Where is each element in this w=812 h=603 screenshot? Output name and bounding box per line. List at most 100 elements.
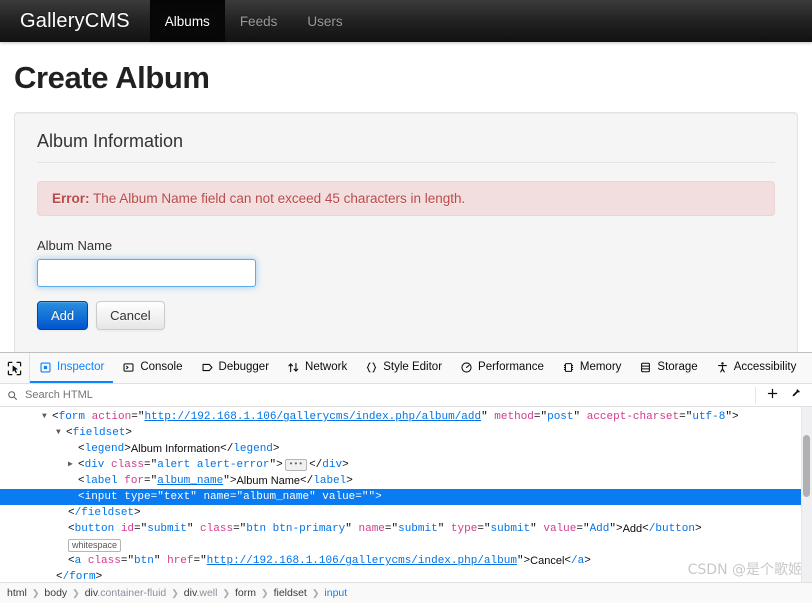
dom-attr-for: for	[124, 475, 145, 487]
dom-line-whitespace[interactable]: whitespace	[0, 537, 812, 553]
dom-tag-div: div	[84, 459, 105, 471]
tab-memory-label: Memory	[579, 361, 622, 373]
dom-line-fieldset-close[interactable]: </fieldset >	[0, 505, 812, 521]
tab-performance-label: Performance	[478, 361, 544, 373]
style-editor-icon	[365, 361, 378, 374]
dom-tag-label: label	[84, 475, 118, 487]
dom-line-anchor[interactable]: < a class =" btn " href =" http://192.168.1.10…	[0, 553, 812, 569]
dom-value-method: post	[547, 411, 574, 423]
breadcrumb-separator-icon: ❯	[261, 587, 269, 598]
dom-line-alert-div[interactable]: ▶ < div class =" alert alert-error "> ••• </div…	[0, 457, 812, 473]
twisty-icon[interactable]: ▼	[56, 425, 66, 441]
nav-item-albums[interactable]: Albums	[149, 0, 225, 42]
tab-accessibility[interactable]: Accessibility	[707, 353, 806, 383]
dom-attr-method: method	[494, 411, 534, 423]
dom-value-for[interactable]: album_name	[157, 473, 223, 489]
dom-line-input-selected[interactable]: < input type =" text " name =" album_name " val…	[0, 489, 812, 505]
dom-value-value-btn: Add	[589, 523, 610, 535]
whitespace-badge: whitespace	[68, 538, 122, 552]
dom-attr-value-btn: value	[543, 523, 577, 535]
breadcrumb: html ❯ body ❯ div.container-fluid ❯ div.…	[0, 582, 812, 603]
dom-line-label[interactable]: < label for =" album_name "> Album Name </labe…	[0, 473, 812, 489]
browser-page-content: GalleryCMS Albums Feeds Users Create Alb…	[0, 0, 812, 352]
error-alert-message: The Album Name field can not exceed 45 c…	[93, 191, 466, 206]
dom-tag-a: a	[74, 555, 82, 567]
dom-attr-class: class	[111, 459, 145, 471]
dom-attr-name: name	[203, 491, 230, 503]
dom-attr-action: action	[91, 411, 132, 423]
dom-text-button: Add	[622, 523, 643, 535]
tab-style-editor[interactable]: Style Editor	[356, 353, 451, 383]
cancel-button[interactable]: Cancel	[96, 301, 165, 330]
add-node-icon[interactable]	[766, 387, 779, 403]
tab-performance[interactable]: Performance	[451, 353, 553, 383]
form-actions: Add Cancel	[37, 301, 775, 330]
memory-icon	[562, 361, 575, 374]
dom-value-name-btn: submit	[398, 523, 438, 535]
search-input[interactable]	[23, 388, 755, 402]
devtools-panel: Inspector Console Debugger Network Style	[0, 352, 812, 603]
dom-tag-input: input	[84, 491, 118, 503]
collapsed-ellipsis-icon[interactable]: •••	[284, 459, 308, 471]
tab-console[interactable]: Console	[113, 353, 191, 383]
dom-value-action[interactable]: http://192.168.1.106/gallerycms/index.ph…	[144, 409, 481, 425]
dom-value-class: alert alert-error	[157, 459, 270, 471]
twisty-collapsed-icon[interactable]: ▶	[68, 457, 78, 473]
breadcrumb-item-form[interactable]: form	[235, 587, 256, 599]
add-button[interactable]: Add	[37, 301, 89, 330]
tab-accessibility-label: Accessibility	[733, 361, 797, 373]
dom-line-fieldset-open[interactable]: ▼ < fieldset >	[0, 425, 812, 441]
breadcrumb-item-fieldset[interactable]: fieldset	[274, 587, 307, 599]
dom-line-legend[interactable]: < legend > Album Information </legend >	[0, 441, 812, 457]
console-icon	[122, 361, 135, 374]
album-name-input[interactable]	[37, 259, 256, 287]
nav-item-users[interactable]: Users	[292, 0, 357, 42]
dom-line-form-open[interactable]: ▼ < form action =" http://192.168.1.106/gall…	[0, 409, 812, 425]
dom-line-button[interactable]: < button id =" submit " class =" btn btn-prima…	[0, 521, 812, 537]
breadcrumb-class: .container-fluid	[97, 587, 167, 599]
twisty-icon[interactable]: ▼	[42, 409, 52, 425]
tab-network[interactable]: Network	[278, 353, 356, 383]
nav-item-feeds[interactable]: Feeds	[225, 0, 293, 42]
dom-value-class-btn: btn btn-primary	[246, 523, 346, 535]
breadcrumb-item-body[interactable]: body	[44, 587, 67, 599]
storage-icon	[639, 361, 652, 374]
breadcrumb-item-container-fluid[interactable]: div.container-fluid	[85, 587, 167, 599]
dom-attr-charset: accept-charset	[586, 411, 680, 423]
breadcrumb-tag: fieldset	[273, 587, 307, 599]
breadcrumb-item-input[interactable]: input	[324, 587, 347, 599]
error-alert-strong: Error:	[52, 191, 90, 206]
dom-text-a: Cancel	[530, 555, 565, 567]
tab-inspector[interactable]: Inspector	[30, 353, 114, 383]
breadcrumb-tag: html	[7, 587, 27, 599]
dom-tag-fieldset-close: /fieldset	[74, 507, 135, 519]
search-icon	[7, 390, 18, 401]
dom-attr-class-a: class	[87, 555, 121, 567]
tab-debugger[interactable]: Debugger	[192, 353, 279, 383]
dom-attr-type: type	[124, 491, 151, 503]
dom-line-form-close[interactable]: </form >	[0, 569, 812, 582]
breadcrumb-class: .well	[196, 587, 218, 599]
eyedropper-icon[interactable]	[789, 387, 802, 403]
breadcrumb-separator-icon: ❯	[31, 587, 40, 598]
inspector-icon	[39, 361, 52, 374]
breadcrumb-separator-icon: ❯	[311, 587, 320, 598]
dom-value-href[interactable]: http://192.168.1.106/gallerycms/index.ph…	[207, 553, 517, 569]
breadcrumb-separator-icon: ❯	[222, 587, 231, 598]
tab-storage[interactable]: Storage	[630, 353, 706, 383]
tab-memory[interactable]: Memory	[553, 353, 631, 383]
element-picker-button[interactable]	[0, 353, 30, 383]
breadcrumb-item-html[interactable]: html	[7, 587, 27, 599]
tab-inspector-label: Inspector	[57, 361, 105, 373]
dom-tree[interactable]: ▼ < form action =" http://192.168.1.106/gall…	[0, 407, 812, 582]
tab-debugger-label: Debugger	[218, 361, 270, 373]
dom-value-charset: utf-8	[692, 411, 726, 423]
brand-logo[interactable]: GalleryCMS	[0, 0, 150, 42]
dom-scrollbar-thumb[interactable]	[803, 435, 810, 497]
album-information-panel: Album Information Error: The Album Name …	[14, 112, 798, 352]
breadcrumb-separator-icon: ❯	[171, 587, 179, 598]
dom-tag-a-close: /a	[571, 555, 585, 567]
navbar: GalleryCMS Albums Feeds Users	[0, 0, 812, 42]
breadcrumb-item-well[interactable]: div.well	[184, 587, 218, 599]
tab-style-editor-label: Style Editor	[383, 361, 443, 373]
